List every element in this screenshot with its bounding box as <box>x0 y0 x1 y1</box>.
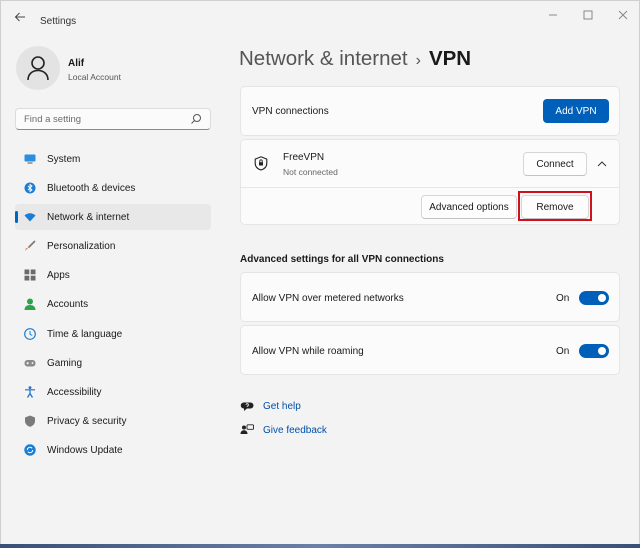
minimize-icon[interactable] <box>546 10 560 24</box>
globe-clock-icon <box>24 327 36 340</box>
chevron-up-icon[interactable] <box>597 160 607 168</box>
sidebar-item-label: Time & language <box>47 328 123 340</box>
sidebar-item-label: Privacy & security <box>47 415 127 427</box>
sidebar-item-label: Apps <box>47 270 70 282</box>
sidebar-item-windows-update[interactable]: Windows Update <box>15 437 211 463</box>
get-help-text[interactable]: Get help <box>263 401 301 412</box>
sidebar-item-label: Windows Update <box>47 444 123 456</box>
update-icon <box>24 444 36 456</box>
add-vpn-button[interactable]: Add VPN <box>543 99 609 123</box>
vpn-connections-label: VPN connections <box>252 106 329 117</box>
sidebar-item-label: Personalization <box>47 241 116 253</box>
breadcrumb-separator: › <box>415 52 421 69</box>
vpn-name: FreeVPN <box>283 152 325 163</box>
give-feedback-link[interactable]: Give feedback <box>240 423 340 439</box>
page-title: VPN <box>428 47 472 70</box>
sidebar-item-network[interactable]: Network & internet <box>15 204 211 231</box>
sidebar-nav: System Bluetooth & devices Network & int… <box>15 146 211 466</box>
sidebar-item-accessibility[interactable]: Accessibility <box>15 379 211 405</box>
sidebar-item-gaming[interactable]: Gaming <box>15 350 211 376</box>
sidebar-item-label: Accounts <box>47 299 89 311</box>
sidebar-item-apps[interactable]: Apps <box>15 262 211 288</box>
give-feedback-text[interactable]: Give feedback <box>263 425 327 436</box>
remove-highlight-box <box>518 191 592 221</box>
advanced-options-button[interactable]: Advanced options <box>421 195 517 219</box>
accessibility-icon <box>25 385 35 398</box>
apps-icon <box>24 269 36 281</box>
close-icon[interactable] <box>616 10 630 24</box>
vpn-entry-header[interactable]: FreeVPN Not connected Connect <box>241 140 619 187</box>
gamepad-icon <box>24 359 36 367</box>
app-title: Settings <box>40 16 77 27</box>
bluetooth-icon <box>24 182 36 194</box>
metered-toggle[interactable] <box>579 291 609 305</box>
maximize-icon[interactable] <box>581 10 595 24</box>
roaming-setting-card: Allow VPN while roaming On <box>240 325 620 375</box>
get-help-link[interactable]: Get help <box>240 399 330 415</box>
sidebar-item-label: Accessibility <box>47 386 102 398</box>
metered-setting-card: Allow VPN over metered networks On <box>240 272 620 322</box>
toggle-knob <box>598 347 606 355</box>
vpn-connections-card: VPN connections Add VPN <box>240 86 620 136</box>
active-indicator <box>15 211 18 224</box>
vpn-status: Not connected <box>283 167 338 177</box>
monitor-icon <box>24 154 36 164</box>
divider <box>241 187 619 188</box>
roaming-toggle[interactable] <box>579 344 609 358</box>
sidebar-item-accounts[interactable]: Accounts <box>15 291 211 317</box>
roaming-state: On <box>556 346 570 357</box>
metered-state: On <box>556 293 570 304</box>
shield-icon <box>25 415 35 427</box>
sidebar-item-label: Network & internet <box>47 212 130 224</box>
sidebar-item-time-language[interactable]: Time & language <box>15 321 211 347</box>
person-icon <box>24 298 36 311</box>
sidebar-item-label: Bluetooth & devices <box>47 183 136 195</box>
search-input[interactable] <box>24 112 184 127</box>
desktop-background <box>0 544 640 548</box>
account-type: Local Account <box>68 72 121 82</box>
sidebar-item-label: Gaming <box>47 357 83 369</box>
wifi-icon <box>24 213 36 222</box>
user-name: Alif <box>68 58 85 69</box>
help-icon <box>240 402 254 411</box>
sidebar-item-personalization[interactable]: Personalization <box>15 233 211 259</box>
settings-window: Settings Alif Local Account Find a setti… <box>0 0 640 548</box>
sidebar-item-label: System <box>47 154 81 165</box>
metered-label: Allow VPN over metered networks <box>252 293 404 304</box>
sidebar-item-system[interactable]: System <box>15 146 211 172</box>
connect-button[interactable]: Connect <box>523 152 587 176</box>
search-box[interactable] <box>15 108 211 130</box>
search-icon[interactable] <box>190 113 202 125</box>
person-icon <box>27 56 49 81</box>
breadcrumb-parent[interactable]: Network & internet <box>239 47 408 70</box>
advanced-settings-heading: Advanced settings for all VPN connection… <box>240 254 444 265</box>
vpn-shield-icon <box>254 156 268 171</box>
toggle-knob <box>598 294 606 302</box>
roaming-label: Allow VPN while roaming <box>252 346 364 357</box>
title-bar: Settings <box>1 1 639 35</box>
brush-icon <box>25 240 36 252</box>
breadcrumb: Network & internet › VPN <box>239 47 471 71</box>
back-arrow-icon[interactable] <box>12 11 28 27</box>
feedback-icon <box>240 424 254 434</box>
sidebar-item-privacy[interactable]: Privacy & security <box>15 408 211 434</box>
avatar[interactable] <box>16 46 60 90</box>
sidebar-item-bluetooth[interactable]: Bluetooth & devices <box>15 175 211 201</box>
